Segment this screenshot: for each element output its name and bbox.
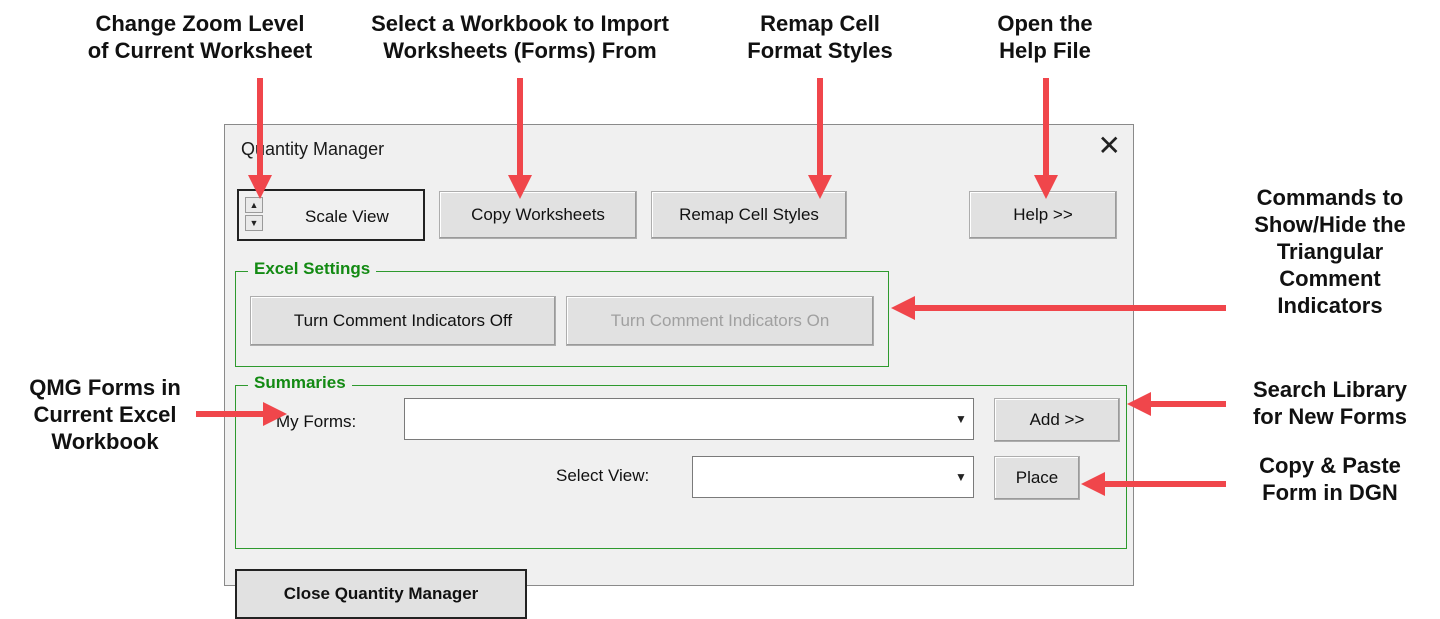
annotation-arrows <box>196 78 1226 496</box>
close-quantity-manager-button[interactable]: Close Quantity Manager <box>235 569 527 619</box>
